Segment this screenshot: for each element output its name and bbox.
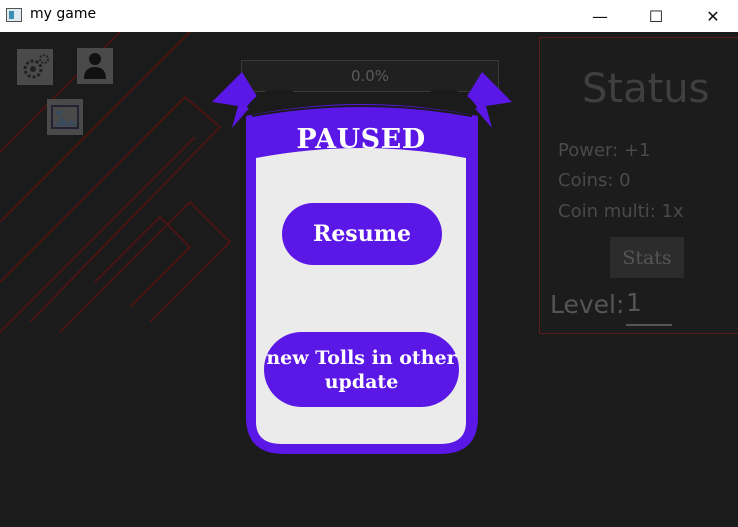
new-tools-button[interactable]: new Tolls in other update [264, 332, 459, 407]
window-titlebar: my game — ☐ ✕ [0, 0, 738, 32]
pause-panel [212, 72, 512, 454]
minimize-button[interactable]: — [577, 0, 623, 32]
window-title: my game [30, 6, 97, 22]
app-icon [6, 8, 22, 22]
resume-button[interactable]: Resume [282, 203, 442, 265]
paused-title: PAUSED [296, 124, 426, 155]
maximize-button[interactable]: ☐ [633, 0, 679, 32]
close-button[interactable]: ✕ [690, 0, 736, 32]
game-area: 0.0% Status Power: +1 Coins: 0 Coin mult… [0, 32, 738, 527]
